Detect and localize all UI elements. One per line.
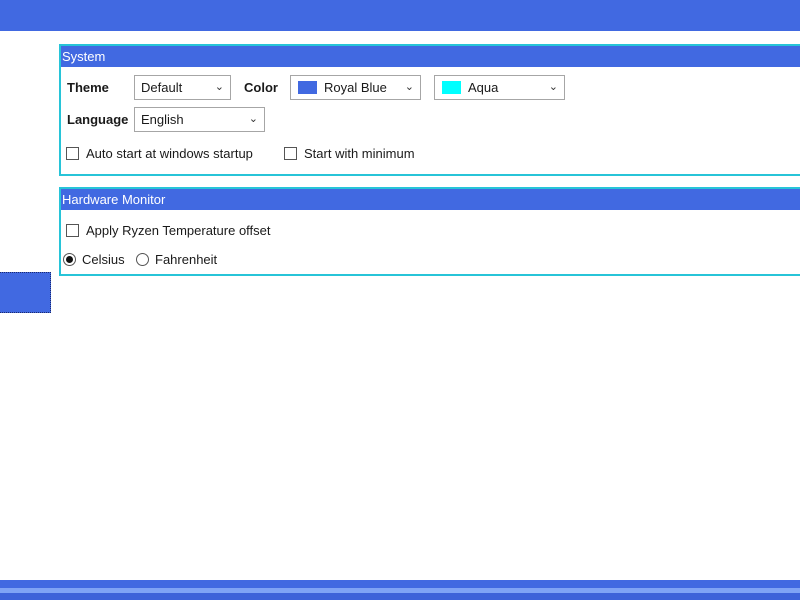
primary-color-value: Royal Blue (324, 80, 387, 95)
hardware-monitor-header: Hardware Monitor (61, 189, 800, 210)
aqua-swatch (442, 81, 461, 94)
side-nav-button[interactable] (0, 272, 51, 313)
chevron-down-icon: ⌄ (548, 81, 558, 93)
title-bar (0, 0, 800, 31)
language-dropdown-value: English (141, 112, 184, 127)
secondary-color-value: Aqua (468, 80, 499, 95)
ryzen-offset-checkbox[interactable] (66, 224, 79, 237)
language-dropdown[interactable]: English ⌄ (134, 107, 265, 132)
theme-label: Theme (67, 80, 109, 95)
fahrenheit-radio[interactable] (136, 253, 149, 266)
start-minimized-checkbox[interactable] (284, 147, 297, 160)
start-minimized-label: Start with minimum (304, 146, 415, 161)
fahrenheit-label: Fahrenheit (155, 252, 218, 267)
theme-dropdown[interactable]: Default ⌄ (134, 75, 231, 100)
auto-start-checkbox[interactable] (66, 147, 79, 160)
system-group: System Theme Default ⌄ Color Royal Blue … (59, 44, 800, 176)
language-label: Language (67, 112, 129, 127)
color-label: Color (244, 80, 278, 95)
secondary-color-dropdown[interactable]: Aqua ⌄ (434, 75, 565, 100)
chevron-down-icon: ⌄ (248, 113, 258, 125)
ryzen-offset-label: Apply Ryzen Temperature offset (86, 223, 271, 238)
footer-bar (0, 580, 800, 588)
hardware-monitor-group: Hardware Monitor Apply Ryzen Temperature… (59, 187, 800, 276)
theme-dropdown-value: Default (141, 80, 183, 95)
royal-blue-swatch (298, 81, 317, 94)
footer-bar-bottom (0, 593, 800, 600)
celsius-radio[interactable] (63, 253, 76, 266)
chevron-down-icon: ⌄ (214, 81, 224, 93)
celsius-label: Celsius (82, 252, 125, 267)
chevron-down-icon: ⌄ (404, 81, 414, 93)
primary-color-dropdown[interactable]: Royal Blue ⌄ (290, 75, 421, 100)
auto-start-label: Auto start at windows startup (86, 146, 253, 161)
system-group-header: System (61, 46, 800, 67)
